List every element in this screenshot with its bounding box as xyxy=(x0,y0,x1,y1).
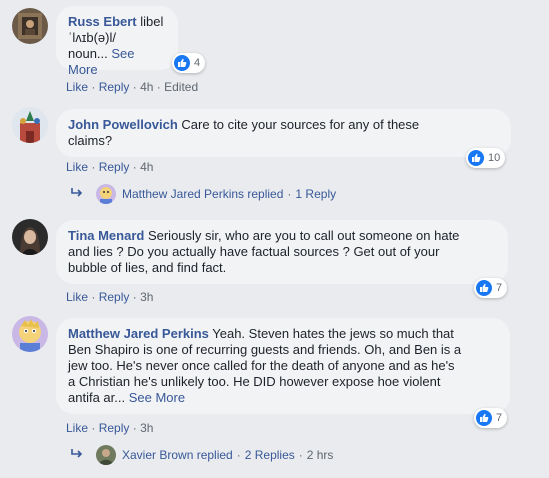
replies-author[interactable]: Matthew Jared Perkins replied xyxy=(122,187,283,201)
comment-bubble: Tina Menard Seriously sir, who are you t… xyxy=(56,220,508,284)
thumbs-up-icon xyxy=(476,410,492,426)
reply-link[interactable]: Reply xyxy=(99,80,130,94)
reaction-count[interactable]: 4 xyxy=(172,53,206,73)
avatar[interactable] xyxy=(12,8,48,44)
comment-author[interactable]: Russ Ebert xyxy=(68,14,137,29)
comment-bubble: John Powellovich Care to cite your sourc… xyxy=(56,109,511,157)
comment-author[interactable]: Matthew Jared Perkins xyxy=(68,326,209,341)
avatar[interactable] xyxy=(12,316,48,352)
reaction-number: 7 xyxy=(496,282,503,294)
comment-text: Yeah. Steven hates the jews so much that xyxy=(208,326,454,341)
thumbs-up-icon xyxy=(174,55,190,71)
edited-label[interactable]: Edited xyxy=(164,80,198,94)
comment-author[interactable]: Tina Menard xyxy=(68,228,144,243)
avatar xyxy=(96,445,116,465)
reaction-count[interactable]: 7 xyxy=(474,278,508,298)
thumbs-up-icon xyxy=(476,280,492,296)
reaction-number: 4 xyxy=(194,57,201,69)
replies-count[interactable]: 1 Reply xyxy=(295,187,336,201)
comment-text: bubble of lies, and find fact. xyxy=(68,260,227,275)
avatar xyxy=(96,184,116,204)
comment-text: ˈlʌɪb(ə)l/ xyxy=(68,30,116,45)
avatar[interactable] xyxy=(12,107,48,143)
comment-actions: Like · Reply · 4h · Edited xyxy=(66,80,199,94)
timestamp[interactable]: 4h xyxy=(140,80,153,94)
comment-actions: Like · Reply · 3h xyxy=(66,290,154,304)
comment-text: and lies ? Do you actually have factual … xyxy=(68,244,440,259)
reply-arrow-icon xyxy=(70,448,84,463)
reaction-number: 10 xyxy=(488,152,501,164)
comment-text: claims? xyxy=(68,133,113,148)
comment-text: Ben Shapiro is one of recurring guests a… xyxy=(68,342,462,357)
comment-bubble: Matthew Jared Perkins Yeah. Steven hates… xyxy=(56,318,510,414)
comment-text: Care to cite your sources for any of the… xyxy=(177,117,420,132)
comment-author[interactable]: John Powellovich xyxy=(68,117,178,132)
timestamp[interactable]: 4h xyxy=(140,160,153,174)
reaction-count[interactable]: 7 xyxy=(474,408,508,428)
replies-count[interactable]: 2 Replies xyxy=(245,448,295,462)
replies-time[interactable]: 2 hrs xyxy=(307,448,334,462)
see-more-link[interactable]: See More xyxy=(129,390,185,405)
like-link[interactable]: Like xyxy=(66,80,88,94)
like-link[interactable]: Like xyxy=(66,290,88,304)
avatar[interactable] xyxy=(12,219,48,255)
replies-author[interactable]: Xavier Brown replied xyxy=(122,448,233,462)
comment-text: Seriously sir, who are you to call out s… xyxy=(144,228,460,243)
timestamp[interactable]: 3h xyxy=(140,421,153,435)
timestamp[interactable]: 3h xyxy=(140,290,153,304)
reaction-number: 7 xyxy=(496,412,503,424)
comment-actions: Like · Reply · 3h xyxy=(66,421,154,435)
reply-link[interactable]: Reply xyxy=(99,290,130,304)
comment-actions: Like · Reply · 4h xyxy=(66,160,154,174)
comment-bubble: Russ Ebert libel ˈlʌɪb(ə)l/ noun... See … xyxy=(56,6,178,77)
comment-text: noun... xyxy=(68,46,108,61)
reply-link[interactable]: Reply xyxy=(99,160,130,174)
reply-arrow-icon xyxy=(70,187,84,202)
comment-text: libel xyxy=(136,14,164,29)
replies-link[interactable]: Matthew Jared Perkins replied · 1 Reply xyxy=(70,184,336,204)
replies-link[interactable]: Xavier Brown replied · 2 Replies · 2 hrs xyxy=(70,445,333,465)
like-link[interactable]: Like xyxy=(66,421,88,435)
comment-text: jew too. He's never once called for the … xyxy=(68,358,455,373)
like-link[interactable]: Like xyxy=(66,160,88,174)
reply-link[interactable]: Reply xyxy=(99,421,130,435)
reaction-count[interactable]: 10 xyxy=(466,148,506,168)
thumbs-up-icon xyxy=(468,150,484,166)
comment-text: antifa ar... xyxy=(68,390,126,405)
comment-text: a Christian he's unlikely too. He DID ho… xyxy=(68,374,441,389)
